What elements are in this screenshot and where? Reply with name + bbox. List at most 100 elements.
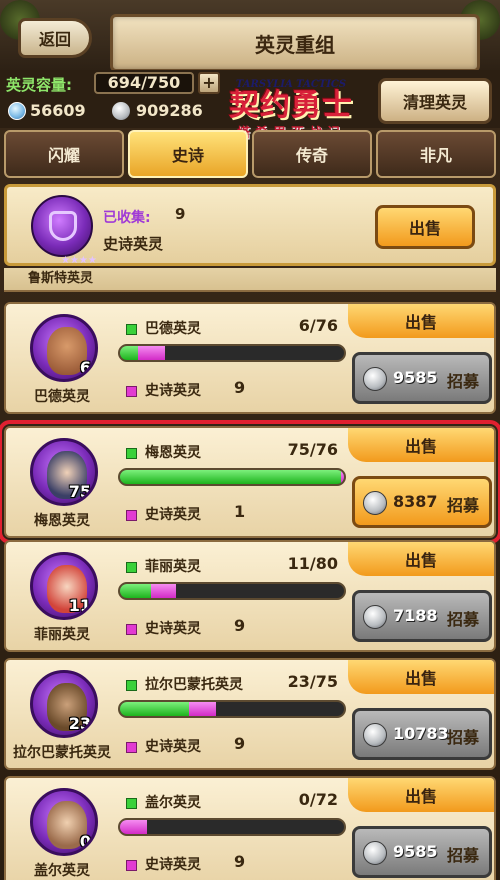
epic-spirit-orb-icon: ★★★★ (31, 195, 97, 266)
capacity-value: 694/750 (94, 72, 194, 94)
epic-count: 9 (234, 734, 246, 753)
recruit-cost: 8387 (393, 492, 438, 511)
epic-count: 9 (234, 378, 246, 397)
progress-text: 11/80 (287, 554, 338, 573)
spirit-avatar[interactable]: 6 (30, 314, 98, 382)
epic-fill (189, 702, 217, 716)
green-square-icon (126, 323, 137, 335)
owned-count: 23 (68, 714, 91, 733)
card-name: 梅恩英灵 (34, 513, 90, 529)
recruit-cost: 10783 (393, 724, 449, 743)
progress-bar (118, 818, 346, 836)
recruit-label: 招募 (447, 372, 480, 391)
gem-count: 56609 (30, 101, 86, 120)
collected-label: 已收集: (103, 210, 151, 226)
tab-extraordinary[interactable]: 非凡 (376, 130, 496, 178)
progress-fill (120, 584, 152, 598)
list-item: 鲁斯特英灵 (4, 268, 496, 292)
spirit-card: 75 梅恩英灵 梅恩英灵 75/76 史诗英灵 1 出售 8387 招募 (0, 420, 500, 544)
rarity-tabs: 闪耀 史诗 传奇 非凡 (4, 130, 496, 180)
recruit-button[interactable]: 9585 招募 (352, 352, 492, 404)
spirit-card: 23 拉尔巴蒙托英灵 拉尔巴蒙托英灵 23/75 史诗英灵 9 出售 10783… (4, 658, 496, 770)
spirit-name: 盖尔英灵 (126, 792, 201, 812)
progress-bar (118, 582, 346, 600)
spirit-avatar[interactable]: 23 (30, 670, 98, 738)
spirit-list[interactable]: 鲁斯特英灵 6 巴德英灵 巴德英灵 6/76 史诗英灵 9 出售 9585 招募… (0, 268, 500, 880)
progress-bar (118, 700, 346, 718)
coin-icon (363, 723, 387, 747)
progress-text: 23/75 (287, 672, 338, 691)
spirit-avatar[interactable]: 0 (30, 788, 98, 856)
spirit-name: 梅恩英灵 (126, 442, 201, 462)
recruit-label: 招募 (447, 728, 480, 747)
owned-count: 6 (79, 358, 91, 377)
stars-icon: ★★★★ (61, 255, 97, 266)
epic-count: 9 (234, 616, 246, 635)
recruit-cost: 9585 (393, 368, 438, 387)
progress-bar (118, 344, 346, 362)
spirit-avatar[interactable]: 75 (30, 438, 98, 506)
recruit-button[interactable]: 10783 招募 (352, 708, 492, 760)
epic-fill (151, 584, 176, 598)
coin-count: 909286 (136, 101, 203, 120)
progress-text: 6/76 (298, 316, 338, 335)
pink-square-icon (126, 385, 137, 397)
sell-button[interactable]: 出售 (348, 428, 494, 462)
recruit-button[interactable]: 8387 招募 (352, 476, 492, 528)
recruit-label: 招募 (447, 496, 480, 515)
progress-fill (120, 470, 342, 484)
pink-square-icon (126, 623, 137, 635)
sell-button[interactable]: 出售 (348, 778, 494, 812)
tab-epic[interactable]: 史诗 (128, 130, 248, 178)
owned-count: 11 (68, 596, 91, 615)
sell-button[interactable]: 出售 (348, 542, 494, 576)
owned-count: 75 (68, 482, 91, 501)
tab-shining[interactable]: 闪耀 (4, 130, 124, 178)
epic-label: 史诗英灵 (126, 854, 201, 874)
epic-fill (341, 470, 344, 484)
recruit-button[interactable]: 9585 招募 (352, 826, 492, 878)
spirit-name: 拉尔巴蒙托英灵 (126, 674, 243, 694)
helmet-icon (49, 211, 77, 241)
spirit-card: 11 菲丽英灵 菲丽英灵 11/80 史诗英灵 9 出售 7188 招募 (4, 540, 496, 652)
capacity-label: 英灵容量: (6, 76, 72, 94)
epic-count: 9 (234, 852, 246, 871)
progress-text: 0/72 (298, 790, 338, 809)
sell-button[interactable]: 出售 (348, 304, 494, 338)
sell-button[interactable]: 出售 (348, 660, 494, 694)
recruit-cost: 9585 (393, 842, 438, 861)
epic-label: 史诗英灵 (126, 618, 201, 638)
green-square-icon (126, 797, 137, 809)
collection-name: 史诗英灵 (103, 235, 164, 253)
collection-panel: ★★★★ 已收集: 9 史诗英灵 出售 (4, 184, 496, 266)
back-button[interactable]: 返回 (18, 18, 92, 58)
epic-fill (137, 346, 165, 360)
progress-bar (118, 468, 346, 486)
spirit-avatar[interactable]: 11 (30, 552, 98, 620)
coin-icon (363, 605, 387, 629)
progress-fill (120, 346, 138, 360)
collected-value: 9 (175, 205, 186, 223)
coin-icon (363, 367, 387, 391)
pink-square-icon (126, 741, 137, 753)
spirit-card: 0 盖尔英灵 盖尔英灵 0/72 史诗英灵 9 出售 9585 招募 (4, 776, 496, 880)
sell-all-button[interactable]: 出售 (375, 205, 475, 249)
epic-count: 1 (234, 502, 246, 521)
tab-legendary[interactable]: 传奇 (252, 130, 372, 178)
coin-icon (112, 102, 130, 120)
recruit-label: 招募 (447, 846, 480, 865)
logo-title: 契约勇士 (229, 88, 353, 123)
card-name: 盖尔英灵 (34, 863, 90, 879)
card-name: 巴德英灵 (34, 389, 90, 405)
clean-spirits-button[interactable]: 清理英灵 (378, 78, 492, 124)
pink-square-icon (126, 859, 137, 871)
card-name: 菲丽英灵 (34, 627, 90, 643)
progress-text: 75/76 (287, 440, 338, 459)
green-square-icon (126, 561, 137, 573)
epic-fill (120, 820, 147, 834)
spirit-name: 菲丽英灵 (126, 556, 201, 576)
green-square-icon (126, 447, 137, 459)
coin-icon (363, 841, 387, 865)
pink-square-icon (126, 509, 137, 521)
recruit-button[interactable]: 7188 招募 (352, 590, 492, 642)
